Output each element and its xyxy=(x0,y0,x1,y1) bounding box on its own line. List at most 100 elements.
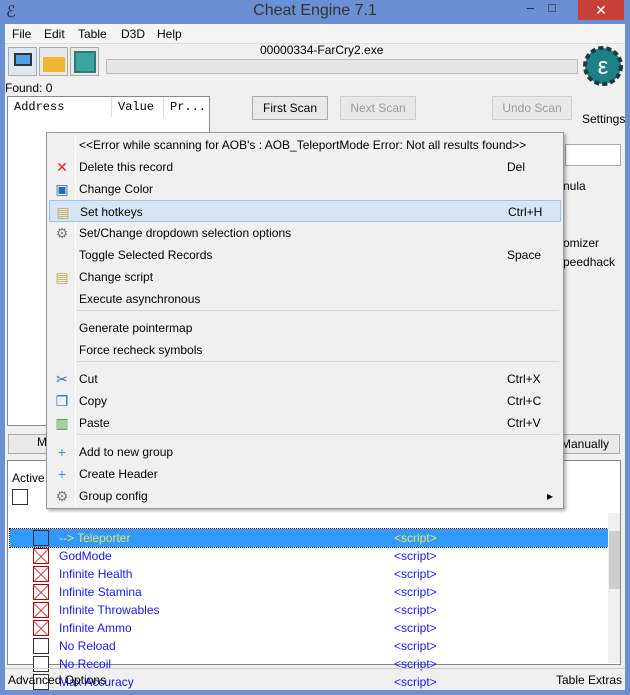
active-checkbox[interactable] xyxy=(33,584,49,600)
window-title: Cheat Engine 7.1 xyxy=(253,2,377,19)
entry-value[interactable]: <script> xyxy=(394,565,437,583)
menu-d3d[interactable]: D3D xyxy=(121,27,145,41)
menu-item-label: Set/Change dropdown selection options xyxy=(79,226,292,240)
menu-item-force-recheck-symbols[interactable]: Force recheck symbols xyxy=(49,339,561,361)
monitor-icon xyxy=(14,53,32,66)
cheat-entry-row[interactable]: Infinite Ammo <script> xyxy=(10,619,608,637)
entry-description[interactable]: Infinite Stamina xyxy=(59,583,142,601)
entry-description[interactable]: Infinite Health xyxy=(59,565,132,583)
open-file-button[interactable] xyxy=(39,47,68,76)
menu-item-change-script[interactable]: ▤ Change script xyxy=(49,266,561,288)
next-scan-button[interactable]: Next Scan xyxy=(340,96,416,120)
menu-table[interactable]: Table xyxy=(78,27,107,41)
cheat-entry-row[interactable]: Infinite Stamina <script> xyxy=(10,583,608,601)
scan-value-input[interactable] xyxy=(565,144,621,166)
menu-edit[interactable]: Edit xyxy=(44,27,65,41)
menu-item-paste[interactable]: ▥ Paste Ctrl+V xyxy=(49,412,561,434)
memory-view-button[interactable]: M xyxy=(8,434,48,454)
column-previous[interactable]: Pr... xyxy=(164,97,206,117)
process-name: 00000334-FarCry2.exe xyxy=(260,43,384,57)
cheat-engine-logo[interactable]: ε xyxy=(583,44,623,99)
cheat-entry-row[interactable]: GodMode <script> xyxy=(10,547,608,565)
formula-label: nula xyxy=(563,179,586,193)
entry-description[interactable]: Infinite Ammo xyxy=(59,619,132,637)
menu-item-icon: + xyxy=(57,444,67,460)
menu-item-label: Generate pointermap xyxy=(79,321,193,335)
menu-item-label: Change script xyxy=(79,270,154,284)
close-button[interactable]: ✕ xyxy=(578,0,624,20)
entry-description[interactable]: Infinite Throwables xyxy=(59,601,160,619)
cheat-entry-row[interactable]: No Reload <script> xyxy=(10,637,608,655)
first-scan-button[interactable]: First Scan xyxy=(252,96,328,120)
minimize-maximize-buttons[interactable]: –□ xyxy=(527,0,570,15)
entry-value[interactable]: <script> xyxy=(394,529,437,547)
memory-view-label: M xyxy=(37,435,47,449)
entry-value[interactable]: <script> xyxy=(394,547,437,565)
menu-item-toggle-selected-records[interactable]: Toggle Selected Records Space xyxy=(49,244,561,266)
error-message: <<Error while scanning for AOB's : AOB_T… xyxy=(79,138,527,152)
cheat-entry-row[interactable]: --> Teleporter <script> xyxy=(9,528,609,548)
menu-item-icon: ▥ xyxy=(55,415,69,431)
menu-item-set-hotkeys[interactable]: ▤ Set hotkeys Ctrl+H xyxy=(49,200,561,222)
menu-item-label: Force recheck symbols xyxy=(79,343,203,357)
entry-description[interactable]: No Reload xyxy=(59,637,116,655)
menu-item-set-change-dropdown-selection-options[interactable]: ⚙ Set/Change dropdown selection options xyxy=(49,222,561,244)
folder-icon xyxy=(43,57,65,72)
undo-scan-button[interactable]: Undo Scan xyxy=(492,96,572,120)
open-process-button[interactable] xyxy=(8,47,37,76)
column-active[interactable]: Active xyxy=(12,471,45,485)
column-value[interactable]: Value xyxy=(112,97,164,117)
menu-separator xyxy=(77,361,559,362)
save-button[interactable] xyxy=(70,47,99,76)
menu-item-icon: ▤ xyxy=(55,269,69,285)
menu-item-create-header[interactable]: + Create Header xyxy=(49,463,561,485)
menu-item-change-color[interactable]: ▣ Change Color xyxy=(49,178,561,200)
advanced-options[interactable]: Advanced Options xyxy=(8,669,106,691)
menu-item-add-to-new-group[interactable]: + Add to new group xyxy=(49,441,561,463)
header-checkbox[interactable] xyxy=(12,489,28,505)
menu-separator xyxy=(77,310,559,311)
entry-description[interactable]: --> Teleporter xyxy=(59,529,130,547)
menu-item-label: Cut xyxy=(79,372,98,386)
menu-item-label: Delete this record xyxy=(79,160,174,174)
menu-item-generate-pointermap[interactable]: Generate pointermap xyxy=(49,317,561,339)
menu-item-shortcut: Space xyxy=(507,248,542,262)
svg-text:ε: ε xyxy=(598,53,609,80)
active-checkbox[interactable] xyxy=(33,530,49,546)
add-address-manually-button[interactable]: Manually xyxy=(560,434,620,454)
menu-item-copy[interactable]: ❐ Copy Ctrl+C xyxy=(49,390,561,412)
entry-value[interactable]: <script> xyxy=(394,619,437,637)
status-bar: Advanced Options Table Extras xyxy=(5,668,625,690)
column-address[interactable]: Address xyxy=(8,97,112,117)
randomizer-label: omizer xyxy=(563,236,600,250)
menu-item-label: Copy xyxy=(79,394,108,408)
active-checkbox[interactable] xyxy=(33,548,49,564)
active-checkbox[interactable] xyxy=(33,602,49,618)
menu-item-icon: ❐ xyxy=(55,393,69,409)
scrollbar-thumb[interactable] xyxy=(609,531,620,589)
active-checkbox[interactable] xyxy=(33,620,49,636)
menu-item-icon: ▤ xyxy=(56,204,70,220)
menu-item-icon: + xyxy=(57,466,67,482)
menu-item-delete-this-record[interactable]: ✕ Delete this record Del xyxy=(49,156,561,178)
speedhack-label: peedhack xyxy=(563,255,616,269)
menu-file[interactable]: File xyxy=(12,27,31,41)
entry-description[interactable]: GodMode xyxy=(59,547,112,565)
settings-label[interactable]: Settings xyxy=(582,112,625,126)
active-checkbox[interactable] xyxy=(33,566,49,582)
menu-item-cut[interactable]: ✂ Cut Ctrl+X xyxy=(49,368,561,390)
menu-item-execute-asynchronous[interactable]: Execute asynchronous xyxy=(49,288,561,310)
cheat-entry-row[interactable]: Infinite Throwables <script> xyxy=(10,601,608,619)
menu-item-shortcut: Ctrl+V xyxy=(507,416,541,430)
menu-item-group-config[interactable]: ⚙ Group config ▸ xyxy=(49,485,561,507)
entry-value[interactable]: <script> xyxy=(394,583,437,601)
entry-value[interactable]: <script> xyxy=(394,637,437,655)
menu-item-shortcut: ▸ xyxy=(547,489,554,503)
active-checkbox[interactable] xyxy=(33,638,49,654)
entry-value[interactable]: <script> xyxy=(394,601,437,619)
cheat-entry-row[interactable]: Infinite Health <script> xyxy=(10,565,608,583)
menu-separator xyxy=(77,434,559,435)
menu-item-icon: ✕ xyxy=(56,159,68,175)
menu-help[interactable]: Help xyxy=(157,27,182,41)
table-extras[interactable]: Table Extras xyxy=(556,669,622,691)
